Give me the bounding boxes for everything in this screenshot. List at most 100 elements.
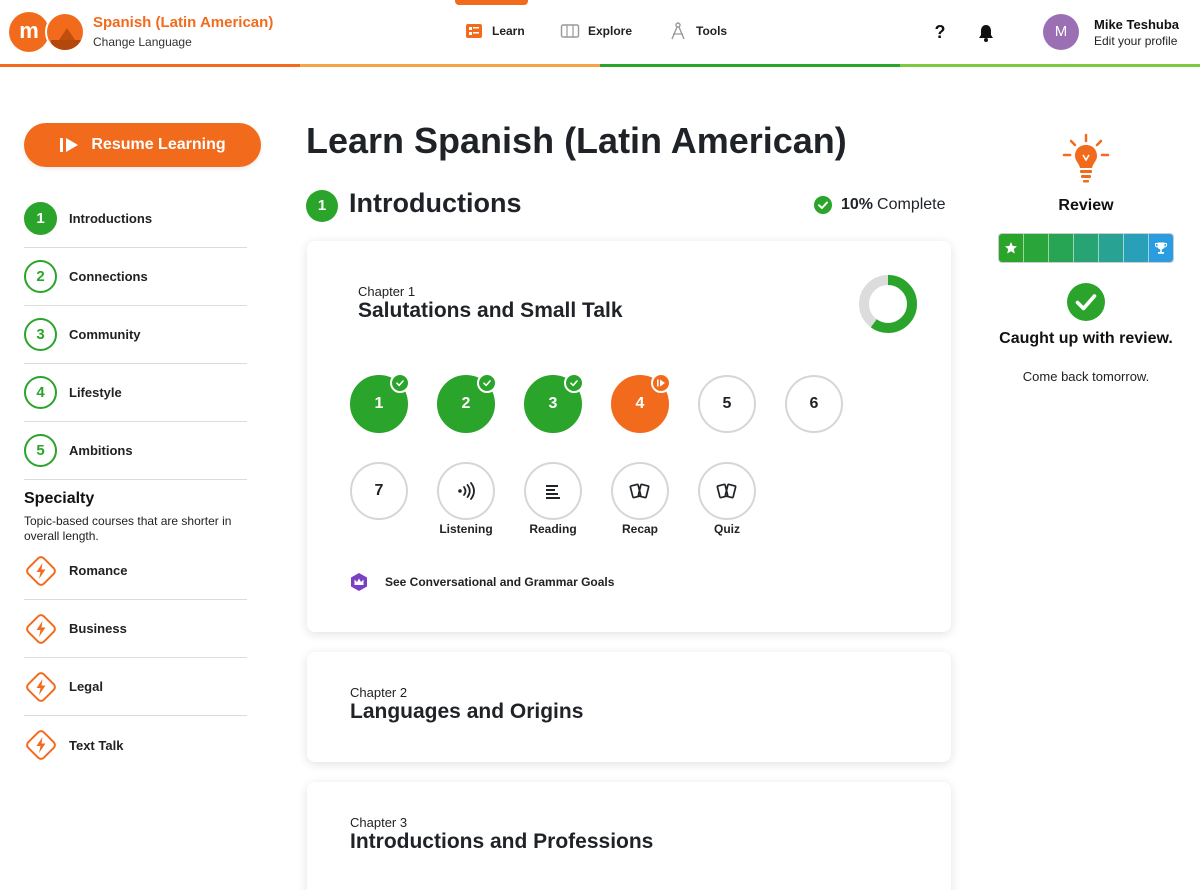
chapter-card-3[interactable]: Chapter 3 Introductions and Professions <box>307 782 951 890</box>
review-subtext: Come back tomorrow. <box>1022 369 1150 384</box>
unit-number-badge: 3 <box>24 318 57 351</box>
learn-icon <box>466 24 482 38</box>
unit-item-introductions[interactable]: 1 Introductions <box>24 190 247 248</box>
lesson-5[interactable]: 5 <box>698 375 756 433</box>
nav-learn-label: Learn <box>492 24 525 38</box>
check-badge-icon <box>564 373 584 393</box>
check-badge-icon <box>477 373 497 393</box>
tools-icon <box>671 22 685 40</box>
lightning-icon <box>26 613 56 644</box>
specialty-item-text-talk[interactable]: Text Talk <box>24 716 247 774</box>
chapter-card-1[interactable]: Chapter 1 Salutations and Small Talk 1 2… <box>307 241 951 632</box>
unit-list: 1 Introductions 2 Connections 3 Communit… <box>24 190 247 480</box>
goals-label: See Conversational and Grammar Goals <box>385 575 615 589</box>
unit-number-badge: 5 <box>24 434 57 467</box>
chapter-title: Salutations and Small Talk <box>358 299 623 322</box>
chapter-title: Languages and Origins <box>350 700 584 723</box>
listening-activity[interactable] <box>437 462 495 520</box>
specialty-label: Business <box>69 621 127 636</box>
resume-learning-button[interactable]: Resume Learning <box>24 123 261 167</box>
lesson-2[interactable]: 2 <box>437 373 497 433</box>
check-circle-icon <box>814 196 832 214</box>
activity-caption: Listening <box>439 522 493 536</box>
unit-item-ambitions[interactable]: 5 Ambitions <box>24 422 247 480</box>
unit-item-connections[interactable]: 2 Connections <box>24 248 247 306</box>
trophy-icon <box>1149 234 1173 262</box>
lesson-7[interactable]: 7 <box>350 462 408 520</box>
chapter-label: Chapter 3 <box>350 815 408 830</box>
lesson-6[interactable]: 6 <box>785 375 843 433</box>
chapter-title: Introductions and Professions <box>350 830 654 853</box>
lesson-number: 1 <box>374 395 384 412</box>
nav-learn[interactable]: Learn <box>464 20 525 42</box>
unit-progress: 10% Complete <box>814 195 946 215</box>
check-badge-icon <box>390 373 410 393</box>
unit-number-badge: 1 <box>24 202 57 235</box>
reading-icon <box>546 485 560 499</box>
specialty-list: Romance Business Legal Text Talk <box>24 542 247 774</box>
help-icon[interactable]: ? <box>932 22 948 43</box>
activity-caption: Reading <box>529 522 577 536</box>
recap-activity[interactable] <box>611 462 669 520</box>
change-language-link[interactable]: Change Language <box>93 35 192 49</box>
resume-icon <box>60 138 79 152</box>
explore-icon <box>560 24 580 38</box>
cards-icon <box>716 483 737 499</box>
chapter-progress-ring <box>859 275 917 333</box>
language-title[interactable]: Spanish (Latin American) <box>93 14 273 31</box>
review-progress-bar[interactable] <box>998 233 1174 263</box>
review-segment <box>1074 234 1099 262</box>
lesson-number: 6 <box>809 395 819 412</box>
nav-tools-label: Tools <box>696 24 728 38</box>
reading-activity[interactable] <box>524 462 582 520</box>
specialty-heading: Specialty <box>24 490 95 507</box>
edit-profile-link[interactable]: Edit your profile <box>1094 34 1177 48</box>
lesson-number: 4 <box>635 395 645 412</box>
page-title: Learn Spanish (Latin American) <box>306 120 847 161</box>
logo-mark: m <box>9 12 49 52</box>
crown-hexagon-icon <box>351 573 367 591</box>
chapter-card-2[interactable]: Chapter 2 Languages and Origins <box>307 652 951 762</box>
lightning-icon <box>26 555 56 586</box>
quiz-activity[interactable] <box>698 462 756 520</box>
activity-caption: Recap <box>621 522 659 536</box>
listening-icon <box>458 482 475 500</box>
app-logo[interactable]: m <box>9 12 85 52</box>
check-circle-icon <box>1067 283 1105 321</box>
unit-item-community[interactable]: 3 Community <box>24 306 247 364</box>
nav-explore-label: Explore <box>588 24 633 38</box>
unit-label: Connections <box>69 269 148 284</box>
bell-icon[interactable] <box>976 23 996 43</box>
goals-link[interactable]: See Conversational and Grammar Goals <box>349 572 614 592</box>
nav-explore[interactable]: Explore <box>560 20 632 42</box>
language-flag-icon <box>45 12 85 52</box>
nav-active-indicator <box>455 0 528 5</box>
user-name[interactable]: Mike Teshuba <box>1094 17 1179 32</box>
unit-number-badge: 2 <box>24 260 57 293</box>
unit-item-lifestyle[interactable]: 4 Lifestyle <box>24 364 247 422</box>
review-segment <box>1024 234 1049 262</box>
specialty-item-legal[interactable]: Legal <box>24 658 247 716</box>
specialty-item-romance[interactable]: Romance <box>24 542 247 600</box>
review-title: Review <box>1058 197 1114 214</box>
specialty-description: Topic-based courses that are shorter in … <box>24 514 232 543</box>
resume-learning-label: Resume Learning <box>91 136 226 153</box>
unit-label: Ambitions <box>69 443 133 458</box>
chapter-label: Chapter 1 <box>358 284 416 299</box>
specialty-label: Romance <box>69 563 128 578</box>
lightning-icon <box>26 671 56 702</box>
lesson-3[interactable]: 3 <box>524 373 584 433</box>
nav-tools[interactable]: Tools <box>668 20 727 42</box>
progress-percent: 10% <box>841 196 874 213</box>
review-segment <box>1099 234 1124 262</box>
chapter-label: Chapter 2 <box>350 685 408 700</box>
top-header: m Spanish (Latin American) Change Langua… <box>0 0 1200 68</box>
lesson-number: 5 <box>722 395 732 412</box>
unit-number-badge: 4 <box>24 376 57 409</box>
avatar[interactable]: M <box>1043 14 1079 50</box>
unit-heading-title: Introductions <box>349 188 522 218</box>
lesson-number: 3 <box>548 395 558 412</box>
lesson-4[interactable]: 4 <box>611 373 671 433</box>
specialty-item-business[interactable]: Business <box>24 600 247 658</box>
lesson-1[interactable]: 1 <box>350 373 410 433</box>
